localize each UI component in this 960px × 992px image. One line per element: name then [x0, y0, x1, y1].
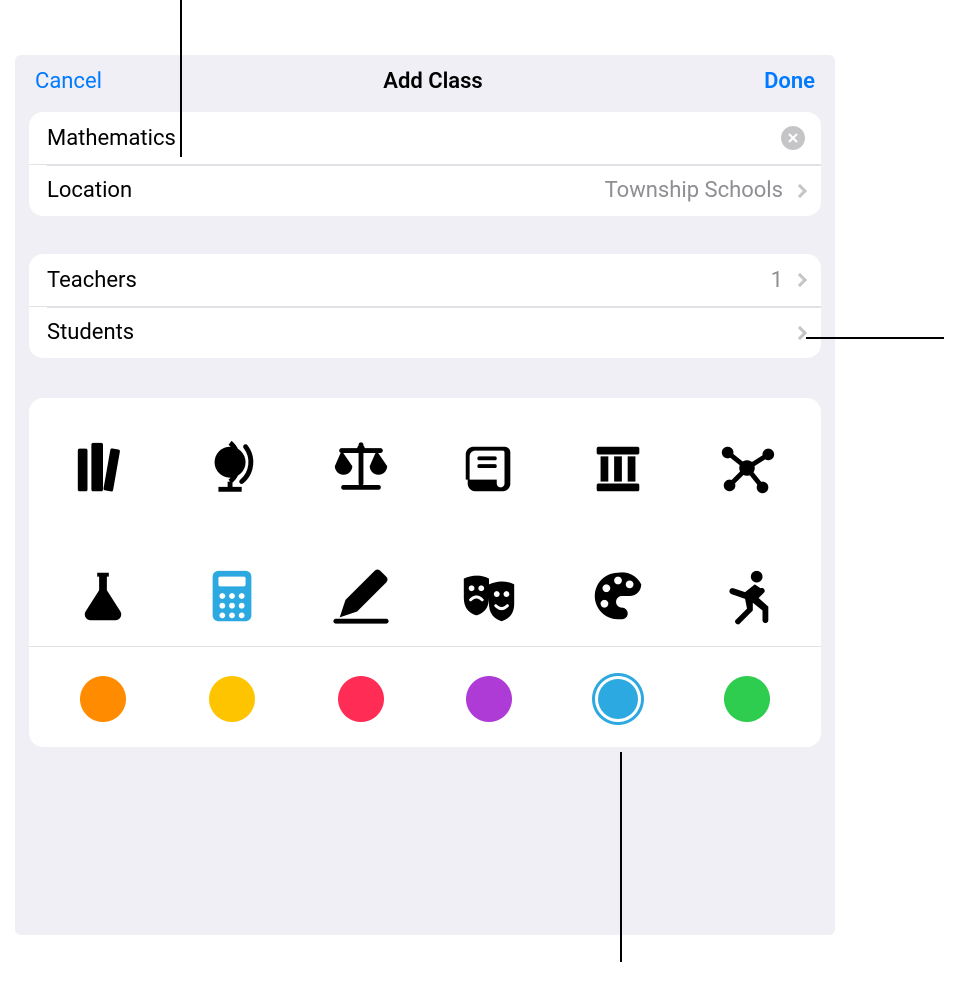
class-icon-option[interactable]: [39, 428, 168, 508]
callout-line-name: [180, 0, 182, 157]
books-icon: [72, 437, 134, 499]
class-icon-option[interactable]: [682, 428, 811, 508]
scroll-icon: [458, 437, 520, 499]
class-icon-option[interactable]: [425, 556, 554, 636]
color-swatch-pink: [338, 676, 384, 722]
sheet-title: Add Class: [383, 69, 482, 94]
location-row[interactable]: Location Township Schools: [29, 164, 821, 216]
class-color-option[interactable]: [296, 671, 425, 727]
class-icon-option[interactable]: [554, 556, 683, 636]
clear-name-icon[interactable]: [781, 126, 805, 150]
class-icon-option[interactable]: [682, 556, 811, 636]
globe-icon: [201, 437, 263, 499]
color-swatch-green: [724, 676, 770, 722]
scales-icon: [330, 437, 392, 499]
teachers-row[interactable]: Teachers 1: [29, 254, 821, 306]
done-button[interactable]: Done: [764, 69, 815, 94]
class-icon-option[interactable]: [168, 556, 297, 636]
calculator-icon: [201, 565, 263, 627]
class-icon-option[interactable]: [425, 428, 554, 508]
navbar: Cancel Add Class Done: [15, 55, 835, 104]
molecule-icon: [716, 437, 778, 499]
class-icon-option[interactable]: [296, 428, 425, 508]
runner-icon: [716, 565, 778, 627]
flask-icon: [72, 565, 134, 627]
teachers-count: 1: [771, 268, 789, 293]
color-swatch-purple: [466, 676, 512, 722]
class-info-group: Location Township Schools: [29, 112, 821, 216]
class-color-option[interactable]: [554, 671, 683, 727]
color-swatch-blue: [595, 676, 641, 722]
class-icon-option[interactable]: [296, 556, 425, 636]
students-row[interactable]: Students: [29, 306, 821, 358]
chevron-right-icon: [793, 325, 807, 339]
x-icon: [788, 133, 798, 143]
palette-icon: [587, 565, 649, 627]
callout-line-color: [620, 752, 622, 962]
callout-line-students: [806, 337, 944, 339]
students-label: Students: [47, 320, 783, 345]
class-icon-option[interactable]: [554, 428, 683, 508]
class-name-row[interactable]: [29, 112, 821, 164]
members-group: Teachers 1 Students: [29, 254, 821, 358]
pencil-icon: [330, 565, 392, 627]
location-label: Location: [47, 178, 605, 203]
masks-icon: [458, 565, 520, 627]
chevron-right-icon: [793, 273, 807, 287]
color-row: [29, 667, 821, 727]
class-name-input[interactable]: [47, 126, 781, 151]
add-class-sheet: Cancel Add Class Done Location Township …: [15, 55, 835, 935]
color-swatch-yellow: [209, 676, 255, 722]
class-color-option[interactable]: [682, 671, 811, 727]
teachers-label: Teachers: [47, 268, 771, 293]
location-value: Township Schools: [605, 178, 789, 203]
cancel-button[interactable]: Cancel: [35, 69, 102, 94]
class-icon-option[interactable]: [39, 556, 168, 636]
icon-grid: [29, 398, 821, 647]
column-icon: [587, 437, 649, 499]
class-color-option[interactable]: [39, 671, 168, 727]
class-color-option[interactable]: [425, 671, 554, 727]
color-swatch-orange: [80, 676, 126, 722]
icon-color-picker: [29, 398, 821, 747]
chevron-right-icon: [793, 183, 807, 197]
class-color-option[interactable]: [168, 671, 297, 727]
class-icon-option[interactable]: [168, 428, 297, 508]
